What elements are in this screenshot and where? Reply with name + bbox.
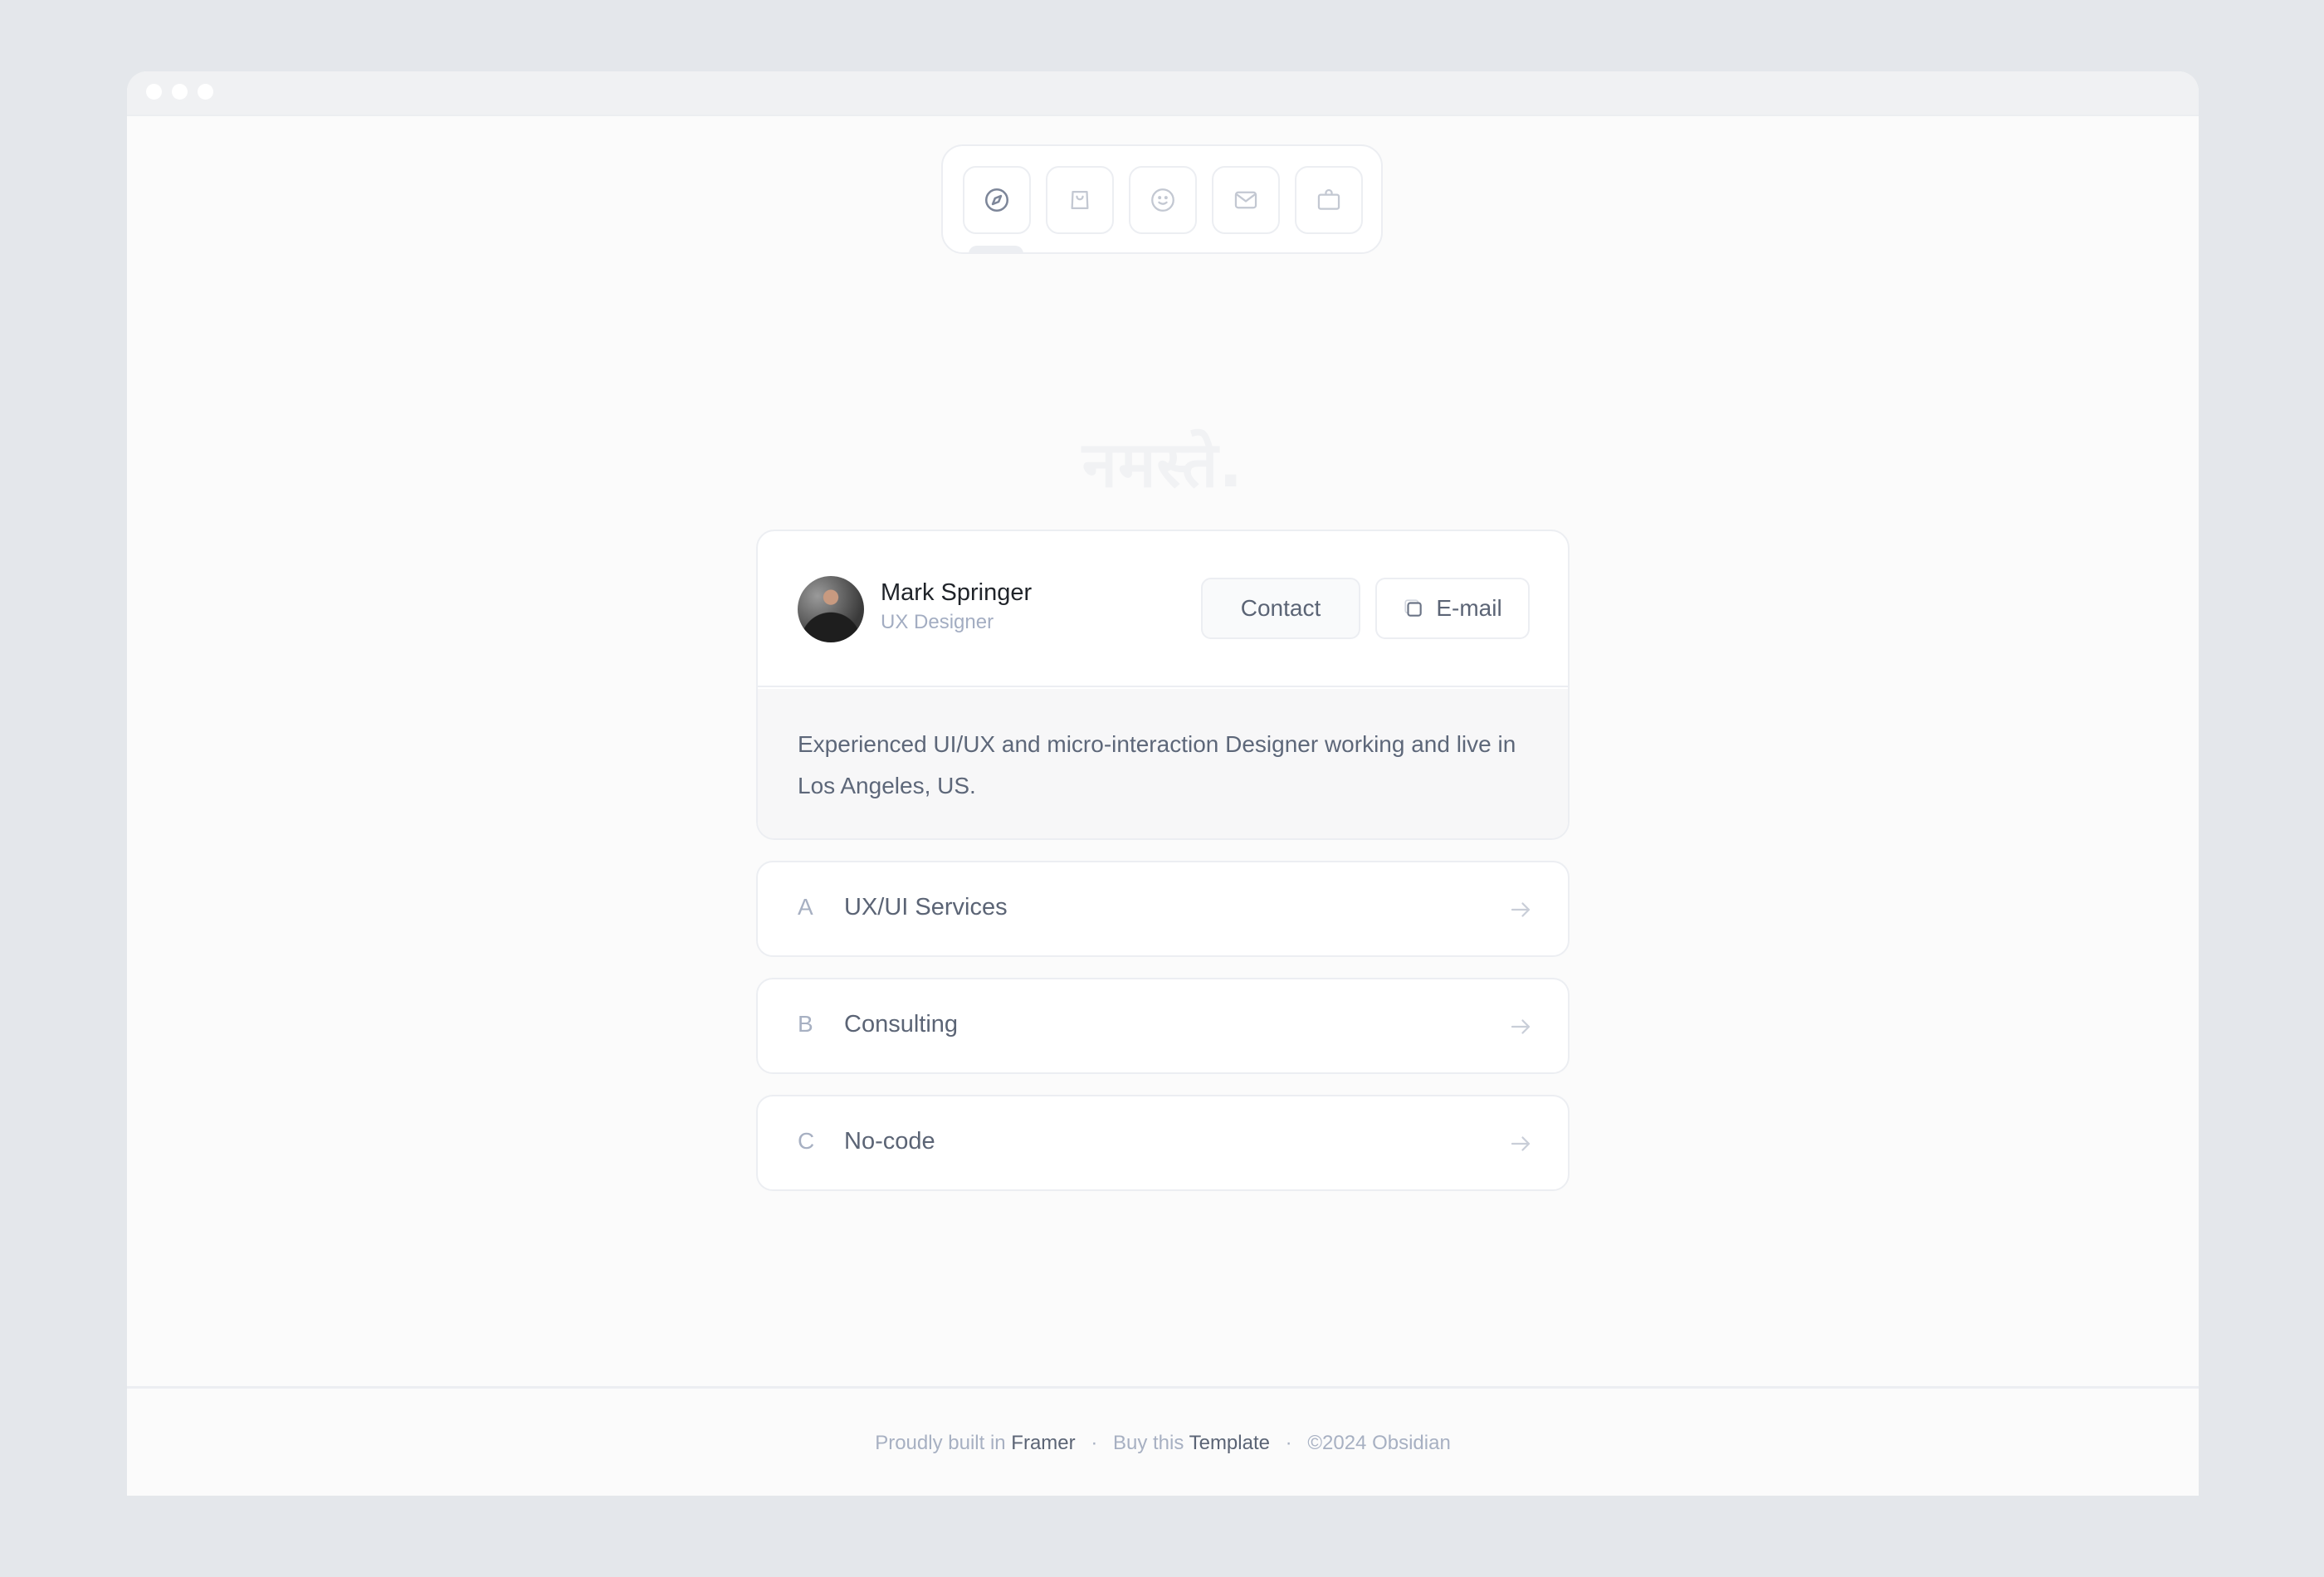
footer-separator: · xyxy=(1091,1432,1098,1454)
greeting-heading: नमस्ते. xyxy=(1081,427,1244,501)
contact-button[interactable]: Contact xyxy=(1201,578,1360,639)
footer-copyright: ©2024 Obsidian xyxy=(1307,1432,1451,1454)
profile-header: Mark Springer UX Designer Contact E-mail xyxy=(758,531,1568,687)
close-window-dot[interactable] xyxy=(146,84,162,100)
compass-icon xyxy=(984,188,1009,212)
profile-card: Mark Springer UX Designer Contact E-mail… xyxy=(756,530,1570,840)
service-letter: B xyxy=(798,1011,813,1037)
shopping-bag-icon xyxy=(1071,190,1089,210)
arrow-right-icon xyxy=(1511,1136,1531,1151)
minimize-window-dot[interactable] xyxy=(172,84,188,100)
dock-item-explore[interactable] xyxy=(963,166,1031,234)
service-label: No-code xyxy=(844,1128,935,1155)
title-bar xyxy=(127,71,2199,116)
service-label: Consulting xyxy=(844,1011,959,1038)
email-copy-button[interactable]: E-mail xyxy=(1375,578,1530,639)
footer-buy-prefix: Buy this xyxy=(1112,1432,1184,1454)
nav-dock xyxy=(941,144,1383,254)
dock-item-contact[interactable] xyxy=(1212,166,1280,234)
avatar xyxy=(798,576,864,642)
footer-built-prefix: Proudly built in xyxy=(875,1432,1006,1454)
copy-icon xyxy=(1404,599,1423,617)
profile-role: UX Designer xyxy=(881,611,994,633)
email-button-label: E-mail xyxy=(1436,595,1502,621)
service-letter: A xyxy=(798,894,813,920)
service-label: UX/UI Services xyxy=(844,894,1008,920)
framer-link[interactable]: Framer xyxy=(1011,1432,1075,1454)
browser-window: नमस्ते. Mark Springer UX Designer Contac… xyxy=(127,71,2199,1496)
service-item-no-code[interactable]: C No-code xyxy=(756,1095,1570,1191)
smiley-icon xyxy=(1151,188,1174,212)
dock-item-shop[interactable] xyxy=(1046,166,1114,234)
arrow-right-icon xyxy=(1511,902,1531,917)
arrow-right-icon xyxy=(1511,1019,1531,1034)
mail-icon xyxy=(1234,191,1257,209)
template-link[interactable]: Template xyxy=(1189,1432,1270,1454)
profile-bio: Experienced UI/UX and micro-interaction … xyxy=(758,689,1568,838)
maximize-window-dot[interactable] xyxy=(198,84,213,100)
dock-item-work[interactable] xyxy=(1295,166,1363,234)
footer: Proudly built in Framer · Buy this Templ… xyxy=(127,1386,2199,1496)
contact-button-label: Contact xyxy=(1240,595,1321,621)
profile-name: Mark Springer xyxy=(881,579,1033,606)
dock-item-about[interactable] xyxy=(1129,166,1197,234)
footer-separator: · xyxy=(1285,1432,1292,1454)
briefcase-icon xyxy=(1317,188,1340,210)
service-item-ux-ui[interactable]: A UX/UI Services xyxy=(756,861,1570,957)
service-letter: C xyxy=(798,1128,815,1154)
service-item-consulting[interactable]: B Consulting xyxy=(756,978,1570,1074)
active-indicator xyxy=(969,246,1023,254)
